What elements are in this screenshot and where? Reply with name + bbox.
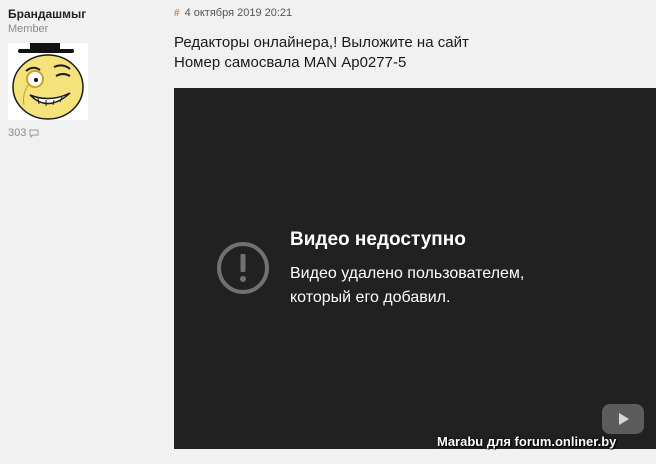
video-error-line: который его добавил. [290, 289, 451, 306]
avatar-image [12, 43, 84, 120]
post-date[interactable]: 4 октября 2019 20:21 [185, 7, 293, 19]
alert-circle-icon [217, 242, 269, 294]
post-message-line: Редакторы онлайнера,! Выложите на сайт [174, 34, 469, 51]
author-role: Member [8, 23, 49, 35]
comment-icon [29, 129, 39, 138]
post-count[interactable]: 303 [8, 127, 39, 139]
watermark: Marabu для forum.onliner.by [437, 434, 617, 449]
video-embed[interactable]: Видео недоступно Видео удалено пользоват… [174, 88, 656, 449]
youtube-play-icon[interactable] [602, 404, 644, 434]
author-name[interactable]: Брандашмыг [8, 7, 86, 21]
post-message: Редакторы онлайнера,! Выложите на сайт Н… [174, 33, 469, 73]
hash-icon[interactable]: # [174, 8, 180, 19]
post-meta: # 4 октября 2019 20:21 [174, 7, 292, 19]
post-message-line: Номер самосвала MAN Ар0277-5 [174, 54, 407, 71]
avatar[interactable] [8, 43, 88, 120]
video-error-message: Видео удалено пользователем, который его… [290, 262, 610, 310]
video-error-line: Видео удалено пользователем, [290, 265, 525, 282]
author-column: Брандашмыг Member 303 [0, 0, 160, 464]
video-error-title: Видео недоступно [290, 229, 466, 250]
post-count-value: 303 [8, 127, 27, 139]
